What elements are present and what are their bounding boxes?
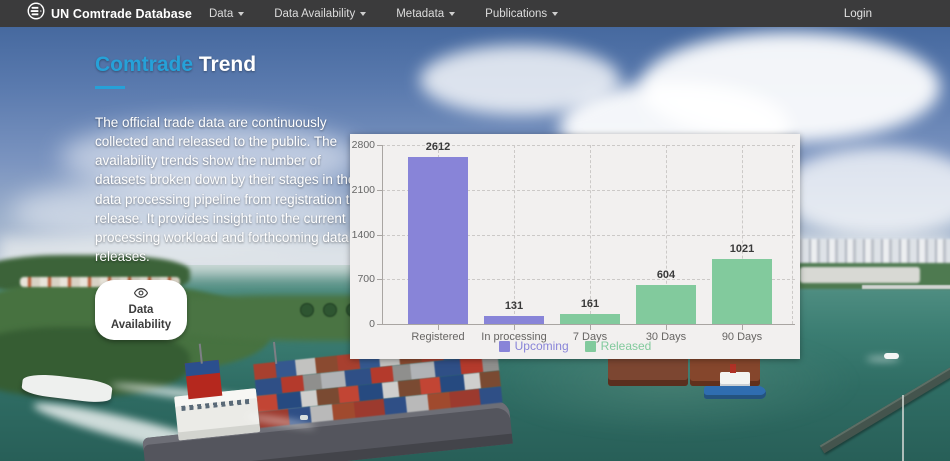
sailboat-mast-shape — [902, 395, 904, 461]
nav-item-data-availability[interactable]: Data Availability — [274, 8, 366, 20]
bar-value-label: 131 — [476, 300, 552, 312]
y-axis-tick-label: 1400 — [350, 229, 375, 241]
nav-item-label: Publications — [485, 8, 547, 20]
x-axis-tick — [590, 325, 591, 330]
legend-item-released[interactable]: Released — [585, 339, 652, 353]
bar-in-processing[interactable] — [484, 316, 544, 324]
bar-30-days[interactable] — [636, 285, 696, 324]
bar-value-label: 1021 — [704, 243, 780, 255]
x-axis-tick — [438, 325, 439, 330]
gridline — [514, 145, 515, 324]
hero-section: Comtrade Trend The official trade data a… — [0, 27, 950, 461]
chevron-down-icon — [552, 12, 558, 16]
page-title-rest: Trend — [199, 53, 256, 76]
y-axis-tick — [377, 279, 382, 280]
bar-7-days[interactable] — [560, 314, 620, 324]
brand-title: UN Comtrade Database — [51, 7, 192, 21]
x-axis-line — [382, 324, 795, 325]
bar-90-days[interactable] — [712, 259, 772, 324]
page-title-accent: Comtrade — [95, 53, 193, 76]
jetski-illustration — [300, 415, 308, 420]
legend-item-upcoming[interactable]: Upcoming — [499, 339, 569, 353]
chevron-down-icon — [238, 12, 244, 16]
availability-chart: 07001400210028002612Registered131In proc… — [350, 134, 800, 359]
x-axis-tick — [666, 325, 667, 330]
y-axis-tick — [377, 324, 382, 325]
gridline — [792, 145, 793, 324]
bar-value-label: 2612 — [400, 141, 476, 153]
top-navbar: UN Comtrade Database Data Data Availabil… — [0, 0, 950, 27]
nav-item-label: Metadata — [396, 8, 444, 20]
title-underline — [95, 86, 125, 89]
y-axis-tick-label: 2100 — [350, 184, 375, 196]
chevron-down-icon — [360, 12, 366, 16]
small-boat-illustration — [884, 353, 899, 359]
y-axis-tick-label: 700 — [350, 273, 375, 285]
x-axis-tick — [514, 325, 515, 330]
y-axis-line — [382, 145, 383, 324]
cloud-shape — [420, 45, 620, 115]
y-axis-tick — [377, 145, 382, 146]
bar-value-label: 604 — [628, 269, 704, 281]
nav-menu: Data Data Availability Metadata Publicat… — [209, 8, 558, 20]
eye-icon — [134, 287, 148, 299]
page: UN Comtrade Database Data Data Availabil… — [0, 0, 950, 461]
data-availability-button-label: Data Availability — [105, 303, 177, 333]
y-axis-tick — [377, 190, 382, 191]
hero-description: The official trade data are continuously… — [95, 113, 357, 266]
un-comtrade-logo-icon — [27, 2, 45, 25]
page-title: Comtrade Trend — [95, 53, 357, 77]
chart-legend: Upcoming Released — [350, 339, 800, 353]
port-area-shape — [800, 267, 920, 283]
bridge-shape — [862, 285, 950, 289]
brand[interactable]: UN Comtrade Database — [27, 2, 192, 25]
data-availability-button[interactable]: Data Availability — [95, 280, 187, 340]
nav-item-data[interactable]: Data — [209, 8, 244, 20]
legend-swatch-icon — [499, 341, 510, 352]
chevron-down-icon — [449, 12, 455, 16]
hero-content: Comtrade Trend The official trade data a… — [95, 53, 357, 340]
nav-item-label: Data Availability — [274, 8, 355, 20]
login-link[interactable]: Login — [844, 8, 872, 20]
y-axis-tick-label: 0 — [350, 318, 375, 330]
bar-value-label: 161 — [552, 298, 628, 310]
nav-item-metadata[interactable]: Metadata — [396, 8, 455, 20]
x-axis-tick — [742, 325, 743, 330]
y-axis-tick-label: 2800 — [350, 139, 375, 151]
legend-label: Upcoming — [515, 339, 569, 353]
nav-item-label: Data — [209, 8, 233, 20]
legend-swatch-icon — [585, 341, 596, 352]
legend-label: Released — [601, 339, 652, 353]
nav-item-publications[interactable]: Publications — [485, 8, 558, 20]
bar-registered[interactable] — [408, 157, 468, 324]
y-axis-tick — [377, 235, 382, 236]
tugboat-illustration — [704, 386, 766, 399]
